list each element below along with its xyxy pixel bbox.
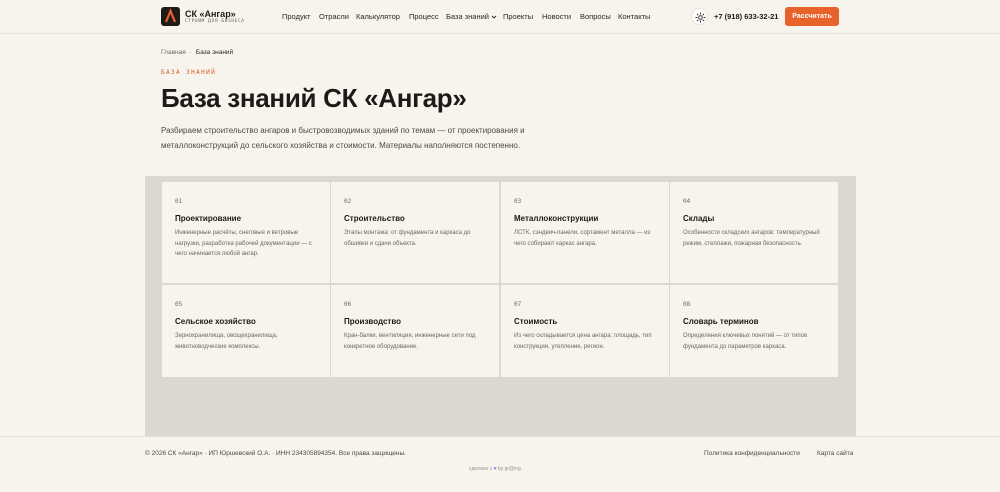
nav-item-industries[interactable]: Отрасли <box>319 12 349 21</box>
card-title: Проектирование <box>175 214 242 223</box>
nav-item-projects[interactable]: Проекты <box>503 12 533 21</box>
card-description: Определения ключевых понятий — от типов … <box>683 333 808 350</box>
privacy-policy-link[interactable]: Политика конфиденциальности <box>704 450 800 457</box>
topic-card-cost[interactable]: 07 Стоимость Из чего складывается цена а… <box>501 285 669 377</box>
card-number: 02 <box>344 198 352 205</box>
card-title: Сельское хозяйство <box>175 317 256 326</box>
theme-toggle-button[interactable] <box>691 8 708 25</box>
logo-icon[interactable] <box>161 7 180 26</box>
breadcrumb: Главная · База знаний <box>161 49 233 56</box>
card-title: Металлоконструкции <box>514 214 599 223</box>
card-number: 04 <box>683 198 691 205</box>
made-suffix: by gr@ing <box>497 466 521 472</box>
card-description: Кран-балки, вентиляция, инженерные сети … <box>344 333 476 350</box>
made-prefix: сделано с <box>469 466 493 472</box>
breadcrumb-current: База знаний <box>195 49 234 56</box>
page-lead: Разбираем строительство ангаров и быстро… <box>161 126 525 150</box>
logo-name[interactable]: СК «Ангар» <box>185 9 236 19</box>
topic-card-construction[interactable]: 02 Строительство Этапы монтажа: от фунда… <box>331 182 499 283</box>
card-description: Особенности складских ангаров: температу… <box>683 230 820 247</box>
card-description: Зернохранилища, овощехранилища, животнов… <box>175 333 278 350</box>
card-number: 08 <box>683 301 691 308</box>
card-description: Этапы монтажа: от фундамента и каркаса д… <box>344 230 471 247</box>
topic-card-warehouses[interactable]: 04 Склады Особенности складских ангаров:… <box>670 182 838 283</box>
site-header: СК «Ангар» СТРОИМ ДЛЯ БИЗНЕСА Продукт От… <box>0 0 1000 34</box>
topic-card-agriculture[interactable]: 05 Сельское хозяйство Зернохранилища, ов… <box>162 285 330 377</box>
made-by-credit[interactable]: сделано с ♥ by gr@ing <box>469 466 521 472</box>
phone-link[interactable]: +7 (918) 633-32-21 <box>714 12 778 21</box>
breadcrumb-separator: · <box>189 49 192 56</box>
page-title: База знаний СК «Ангар» <box>161 83 467 113</box>
breadcrumb-home[interactable]: Главная <box>161 49 186 56</box>
card-number: 06 <box>344 301 352 308</box>
card-title: Словарь терминов <box>683 317 759 326</box>
sun-icon <box>695 12 706 23</box>
card-title: Производство <box>344 317 402 326</box>
nav-item-process[interactable]: Процесс <box>409 12 439 21</box>
nav-item-contacts[interactable]: Контакты <box>618 12 650 21</box>
nav-item-knowledge-base[interactable]: База знаний <box>446 12 497 21</box>
heart-icon: ♥ <box>493 466 497 472</box>
card-number: 07 <box>514 301 522 308</box>
calculate-button[interactable]: Рассчитать <box>785 7 839 26</box>
card-title: Строительство <box>344 214 405 223</box>
nav-item-faq[interactable]: Вопросы <box>580 12 611 21</box>
footer-copyright: © 2026 СК «Ангар» · ИП Юршевский О.А. · … <box>145 450 406 457</box>
topic-card-design[interactable]: 01 Проектирование Инженерные расчёты, сн… <box>162 182 330 283</box>
topics-grid: 01 Проектирование Инженерные расчёты, сн… <box>145 176 856 436</box>
footer-divider <box>0 436 1000 437</box>
nav-item-knowledge-base-label: База знаний <box>446 12 489 21</box>
topic-card-manufacturing[interactable]: 06 Производство Кран-балки, вентиляция, … <box>331 285 499 377</box>
card-title: Склады <box>683 214 715 223</box>
card-description: ЛСТК, сэндвич-панели, сортамент металла … <box>514 230 651 247</box>
section-eyebrow: БАЗА ЗНАНИЙ <box>161 69 217 76</box>
logo-tagline: СТРОИМ ДЛЯ БИЗНЕСА <box>185 19 245 24</box>
card-description: Инженерные расчёты, снеговые и ветровые … <box>175 230 312 257</box>
nav-item-product[interactable]: Продукт <box>282 12 311 21</box>
card-description: Из чего складывается цена ангара: площад… <box>514 333 652 350</box>
card-number: 05 <box>175 301 183 308</box>
chevron-down-icon <box>491 15 497 19</box>
nav-item-news[interactable]: Новости <box>542 12 571 21</box>
topic-card-metal-structures[interactable]: 03 Металлоконструкции ЛСТК, сэндвич-пане… <box>501 182 669 283</box>
topic-card-glossary[interactable]: 08 Словарь терминов Определения ключевых… <box>670 285 838 377</box>
card-number: 03 <box>514 198 522 205</box>
card-title: Стоимость <box>514 317 558 326</box>
nav-item-calculator[interactable]: Калькулятор <box>356 12 400 21</box>
sitemap-link[interactable]: Карта сайта <box>817 450 853 457</box>
card-number: 01 <box>175 198 183 205</box>
